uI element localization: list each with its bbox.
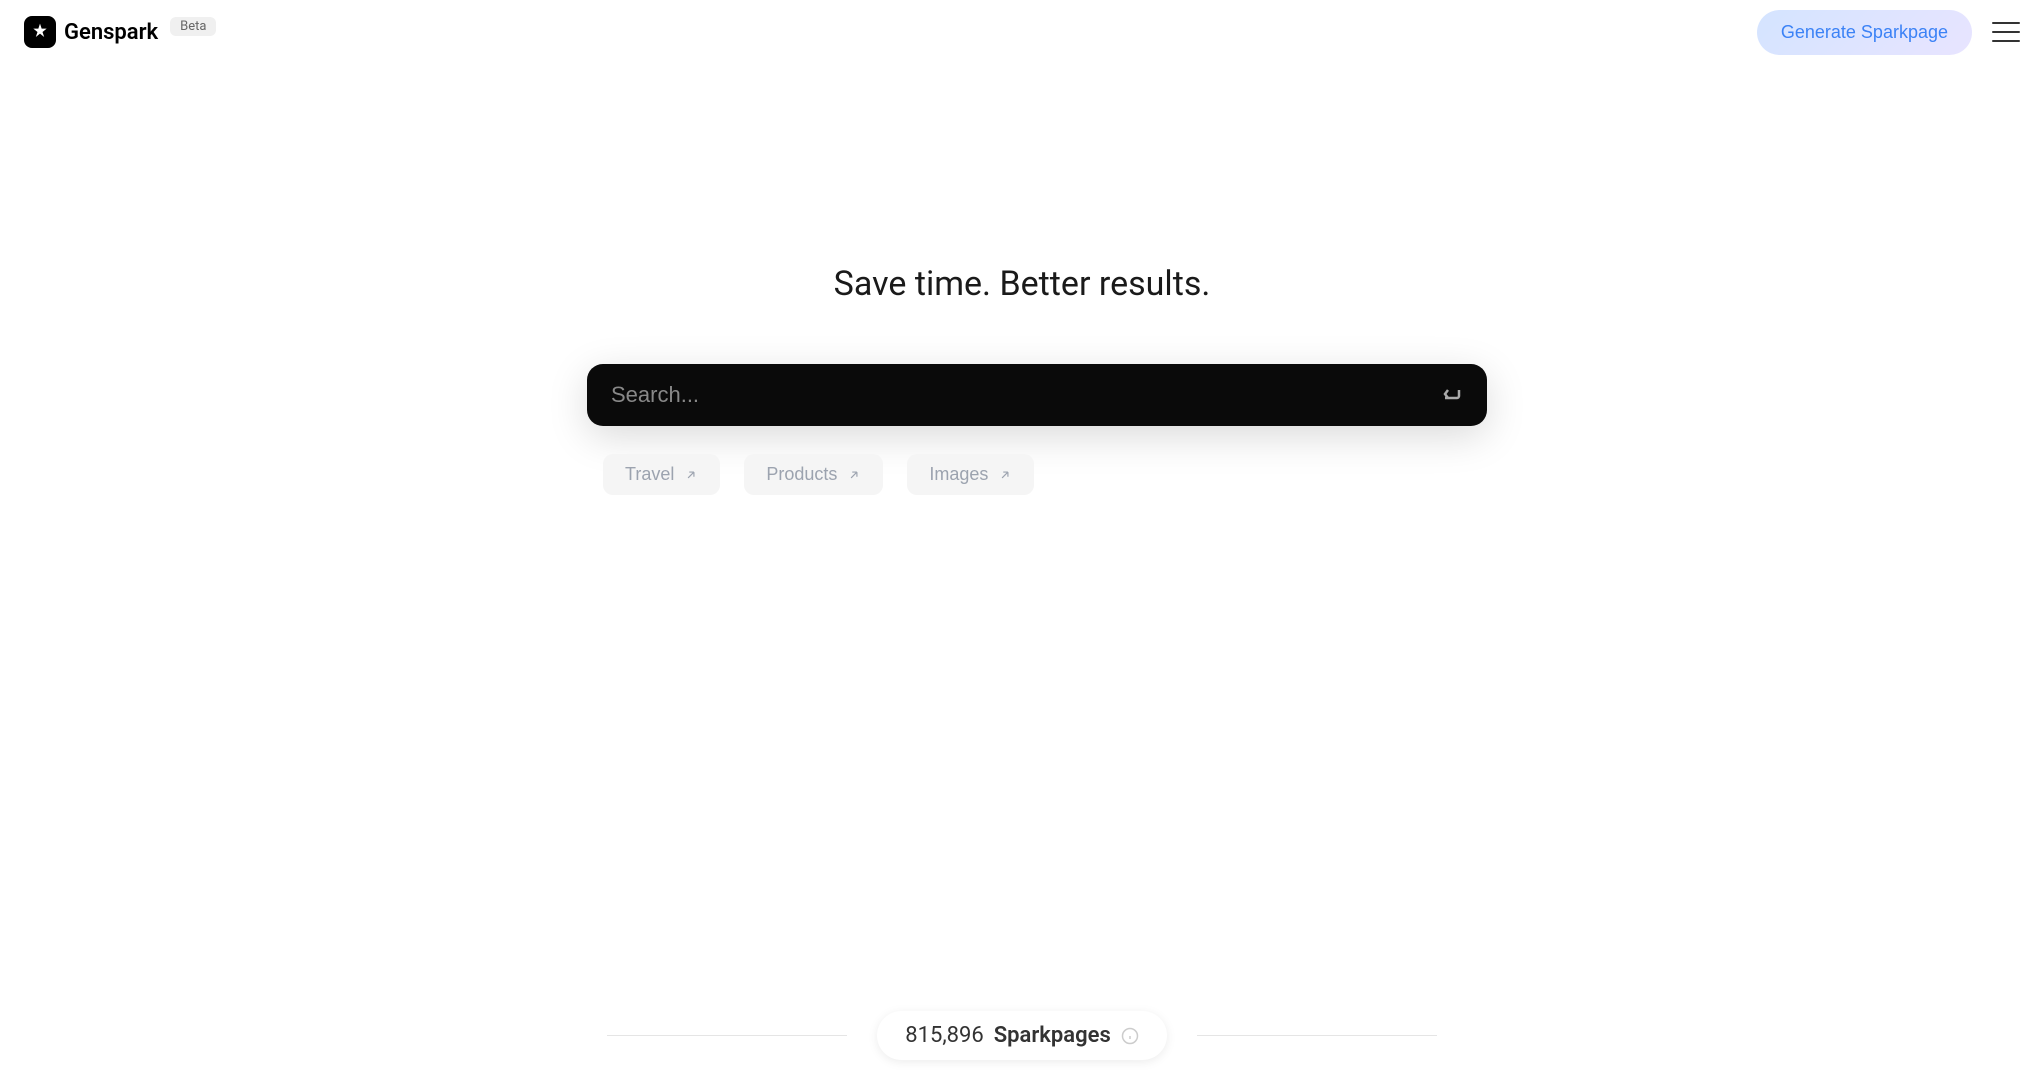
info-icon <box>1121 1027 1139 1045</box>
category-label: Products <box>766 464 837 485</box>
tagline: Save time. Better results. <box>834 264 1211 304</box>
header: Genspark Beta Generate Sparkpage <box>0 0 2044 64</box>
footer: 815,896 Sparkpages <box>0 1011 2044 1060</box>
category-label: Travel <box>625 464 674 485</box>
logo-text: Genspark <box>64 20 158 45</box>
sparkpages-label: Sparkpages <box>994 1023 1111 1048</box>
arrow-up-right-icon <box>684 468 698 482</box>
logo-section[interactable]: Genspark Beta <box>24 16 216 48</box>
divider-left <box>607 1035 847 1036</box>
search-container <box>587 364 1487 426</box>
divider-right <box>1197 1035 1437 1036</box>
arrow-up-right-icon <box>847 468 861 482</box>
generate-sparkpage-button[interactable]: Generate Sparkpage <box>1757 10 1972 55</box>
category-button-images[interactable]: Images <box>907 454 1034 495</box>
arrow-up-right-icon <box>998 468 1012 482</box>
category-button-travel[interactable]: Travel <box>603 454 720 495</box>
search-input[interactable] <box>611 382 1439 408</box>
main-content: Save time. Better results. Travel Produc… <box>0 64 2044 495</box>
hamburger-menu-icon[interactable] <box>1992 22 2020 42</box>
category-button-products[interactable]: Products <box>744 454 883 495</box>
enter-icon[interactable] <box>1439 383 1463 407</box>
sparkpages-count: 815,896 <box>905 1023 984 1048</box>
category-label: Images <box>929 464 988 485</box>
category-buttons: Travel Products Images <box>587 454 1487 495</box>
sparkpages-badge[interactable]: 815,896 Sparkpages <box>877 1011 1167 1060</box>
beta-badge: Beta <box>170 17 216 36</box>
header-right: Generate Sparkpage <box>1757 10 2020 55</box>
logo-icon <box>24 16 56 48</box>
